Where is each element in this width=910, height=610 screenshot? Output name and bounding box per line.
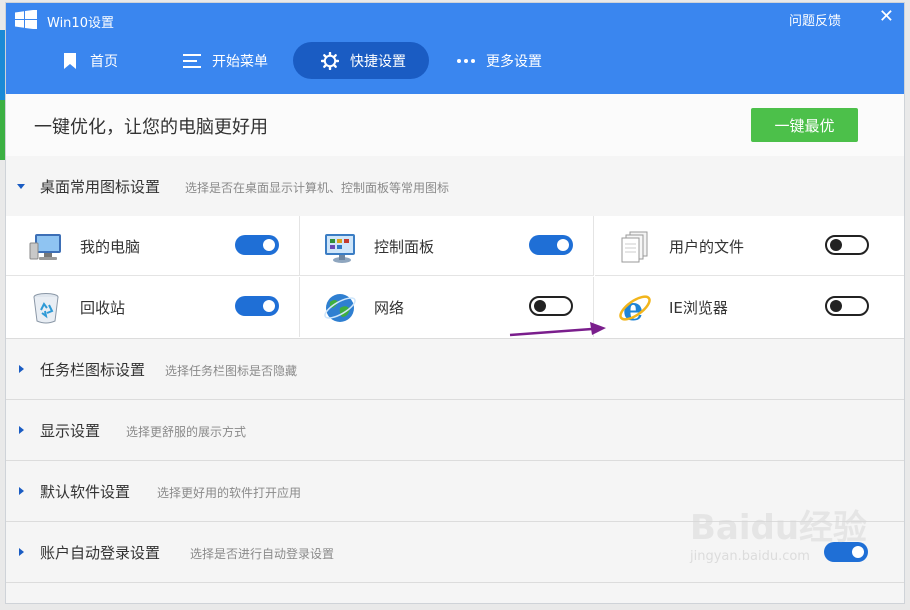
- feedback-link[interactable]: 问题反馈: [789, 10, 841, 29]
- expand-arrow-icon: [19, 365, 24, 373]
- recycle-bin-icon: [33, 293, 59, 324]
- optimize-title: 一键优化，让您的电脑更好用: [34, 117, 268, 138]
- tab-more-settings[interactable]: 更多设置: [456, 42, 542, 79]
- icon-setting-computer: 我的电脑: [6, 216, 300, 276]
- section-taskbar-icons[interactable]: 任务栏图标设置 选择任务栏图标是否隐藏: [6, 339, 904, 400]
- toggle-switch[interactable]: [825, 235, 869, 255]
- expand-arrow-icon: [19, 487, 24, 495]
- icon-setting-label: 用户的文件: [669, 238, 745, 256]
- optimize-bar: 一键优化，让您的电脑更好用 一键最优: [6, 94, 904, 157]
- optimize-button[interactable]: 一键最优: [751, 108, 858, 142]
- icon-setting-user-files: 用户的文件: [595, 216, 904, 276]
- documents-icon: [621, 231, 648, 263]
- tab-quick-settings[interactable]: 快捷设置: [293, 42, 429, 79]
- menu-icon: [182, 51, 202, 71]
- tab-home[interactable]: 首页: [60, 42, 118, 79]
- tab-label: 更多设置: [486, 53, 542, 70]
- toggle-switch[interactable]: [529, 235, 573, 255]
- section-title: 桌面常用图标设置: [40, 178, 161, 196]
- section-desc: 选择任务栏图标是否隐藏: [165, 364, 298, 378]
- more-icon: [456, 51, 476, 71]
- watermark-logo: Baidu经验: [690, 508, 868, 548]
- section-title: 任务栏图标设置: [40, 361, 146, 379]
- control-panel-icon: [325, 234, 355, 263]
- section-desc: 选择更好用的软件打开应用: [157, 486, 302, 500]
- section-title: 默认软件设置: [40, 483, 131, 501]
- toggle-switch[interactable]: [825, 296, 869, 316]
- section-desc: 选择更舒服的展示方式: [126, 425, 247, 439]
- gear-icon: [320, 51, 340, 71]
- tab-label: 首页: [90, 53, 118, 70]
- expand-arrow-icon: [19, 426, 24, 434]
- desktop-icons-grid: 我的电脑 控制面板 用户的文件 回收站 网络 e IE浏览器: [6, 216, 904, 339]
- toggle-switch[interactable]: [529, 296, 573, 316]
- section-title: 显示设置: [40, 422, 101, 440]
- icon-setting-label: 我的电脑: [80, 238, 141, 256]
- section-desc: 选择是否进行自动登录设置: [190, 547, 335, 561]
- tab-label: 开始菜单: [212, 53, 268, 70]
- close-button[interactable]: ✕: [879, 6, 894, 28]
- bookmark-icon: [60, 51, 80, 71]
- expand-arrow-icon: [17, 184, 25, 189]
- section-desc: 选择是否在桌面显示计算机、控制面板等常用图标: [185, 181, 450, 195]
- expand-arrow-icon: [19, 548, 24, 556]
- tab-label: 快捷设置: [350, 53, 406, 70]
- computer-icon: [29, 234, 61, 260]
- watermark-url: jingyan.baidu.com: [690, 549, 810, 564]
- toggle-switch[interactable]: [235, 235, 279, 255]
- icon-setting-label: IE浏览器: [669, 299, 728, 317]
- ie-browser-icon: e: [619, 290, 651, 326]
- network-icon: [324, 294, 356, 322]
- section-desktop-icons[interactable]: 桌面常用图标设置 选择是否在桌面显示计算机、控制面板等常用图标: [6, 156, 904, 217]
- title-bar: Win10设置 问题反馈 ✕ 首页 开始菜单 快捷设置 更多设置: [6, 3, 904, 94]
- icon-setting-control-panel: 控制面板: [300, 216, 594, 276]
- toggle-switch[interactable]: [235, 296, 279, 316]
- icon-setting-label: 控制面板: [374, 238, 435, 256]
- windows-logo-icon: [15, 10, 37, 29]
- section-title: 账户自动登录设置: [40, 544, 161, 562]
- annotation-arrow-icon: [509, 322, 606, 337]
- section-display[interactable]: 显示设置 选择更舒服的展示方式: [6, 400, 904, 461]
- watermark: Baidu经验 jingyan.baidu.com: [690, 500, 867, 564]
- icon-setting-ie: e IE浏览器: [595, 277, 904, 337]
- app-title: Win10设置: [47, 16, 114, 31]
- tab-start-menu[interactable]: 开始菜单: [182, 42, 268, 79]
- icon-setting-recycle-bin: 回收站: [6, 277, 300, 337]
- icon-setting-label: 网络: [374, 299, 405, 317]
- icon-setting-label: 回收站: [80, 299, 126, 317]
